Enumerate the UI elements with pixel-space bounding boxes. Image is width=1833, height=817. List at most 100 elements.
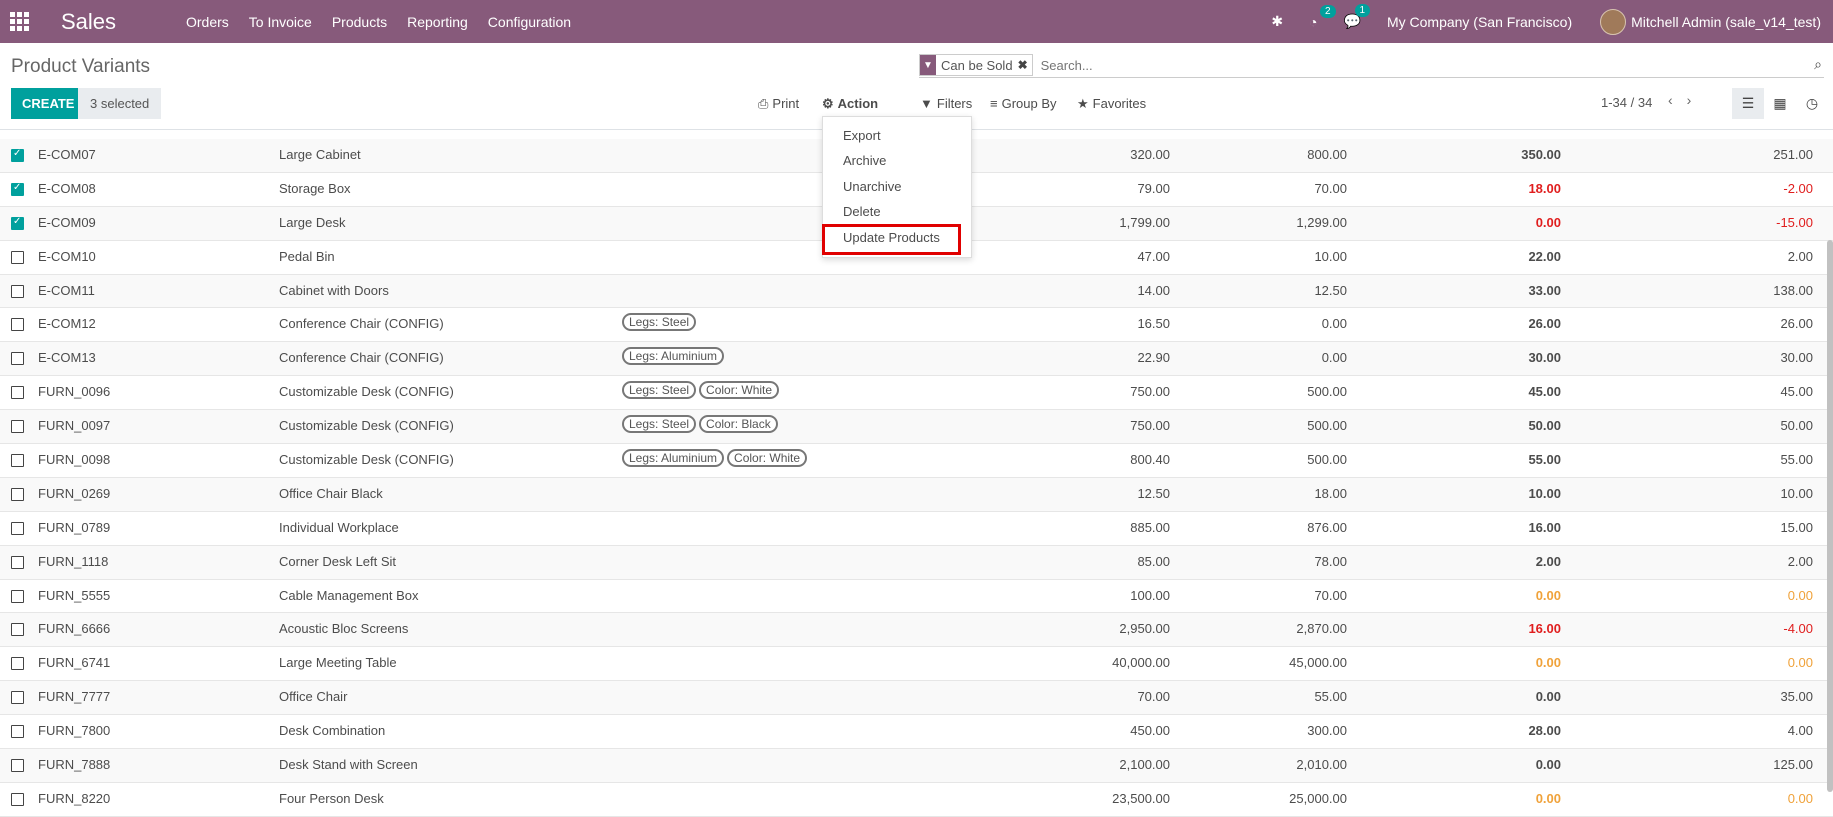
row-checkbox[interactable]	[11, 284, 24, 298]
action-button[interactable]: ⚙ Action	[822, 88, 878, 119]
pager-value[interactable]: 1-34 / 34	[1601, 95, 1652, 110]
attribute-tag: Color: Black	[699, 415, 778, 434]
table-row[interactable]: FURN_5555 Cable Management Box 100.00 70.00…	[0, 580, 1833, 614]
app-name[interactable]: Sales	[61, 9, 176, 35]
table-row[interactable]: FURN_0098 Customizable Desk (CONFIG) Legs:…	[0, 444, 1833, 478]
row-checkbox[interactable]	[11, 657, 24, 671]
filters-button[interactable]: ▼ Filters	[920, 88, 972, 119]
menu-to-invoice[interactable]: To Invoice	[239, 14, 322, 30]
table-row[interactable]: FURN_7888 Desk Stand with Screen 2,100.00 2…	[0, 749, 1833, 783]
row-checkbox[interactable]	[11, 386, 24, 400]
row-checkbox[interactable]	[11, 352, 24, 366]
table-row[interactable]: FURN_0097 Customizable Desk (CONFIG) Legs:…	[0, 410, 1833, 445]
table-row[interactable]: FURN_6666 Acoustic Bloc Screens 2,950.00 2,…	[0, 613, 1833, 648]
row-checkbox[interactable]	[11, 454, 24, 468]
messages-chat-icon[interactable]: 💬 1	[1344, 4, 1371, 30]
table-row[interactable]: E-COM12 Conference Chair (CONFIG) Legs: St…	[0, 308, 1833, 343]
table-row[interactable]: FURN_1118 Corner Desk Left Sit 85.00 78.00 2…	[0, 545, 1833, 580]
row-checkbox[interactable]	[11, 148, 24, 162]
attribute-tag: Legs: Steel	[622, 313, 697, 332]
table-row[interactable]: FURN_7800 Desk Combination 450.00 300.00 28.…	[0, 715, 1833, 750]
table-row[interactable]: FURN_0096 Customizable Desk (CONFIG) Legs:…	[0, 376, 1833, 411]
cost: 18.00	[1314, 485, 1347, 501]
facet-label: Can be Sold	[941, 57, 1013, 73]
product-name: Customizable Desk (CONFIG)	[279, 452, 454, 468]
facet-remove-icon[interactable]: ✖	[1018, 58, 1032, 72]
internal-reference: FURN_6741	[38, 655, 111, 671]
menu-reporting[interactable]: Reporting	[397, 14, 478, 30]
row-checkbox[interactable]	[11, 318, 24, 332]
row-checkbox[interactable]	[11, 216, 24, 230]
quantity-on-hand: 0.00	[1535, 790, 1561, 806]
row-checkbox[interactable]	[11, 420, 24, 434]
internal-reference: E-COM10	[38, 248, 96, 264]
menu-products[interactable]: Products	[322, 14, 397, 30]
row-checkbox[interactable]	[11, 521, 24, 535]
company-switcher[interactable]: My Company (San Francisco)	[1387, 14, 1572, 30]
action-unarchive[interactable]: Unarchive	[843, 179, 902, 194]
table-row[interactable]: FURN_0789 Individual Workplace 885.00 876.0…	[0, 512, 1833, 546]
sales-price: 800.40	[1130, 452, 1170, 468]
scrollbar[interactable]	[1827, 240, 1833, 792]
row-checkbox[interactable]	[11, 250, 24, 264]
table-row[interactable]: FURN_6741 Large Meeting Table 40,000.00 45,…	[0, 647, 1833, 682]
page-title: Product Variants	[11, 56, 151, 77]
action-archive[interactable]: Archive	[843, 153, 886, 168]
list-view-icon[interactable]: ☰	[1732, 88, 1764, 119]
product-name: Large Cabinet	[279, 147, 361, 162]
menu-orders[interactable]: Orders	[176, 14, 239, 30]
quantity-on-hand: 26.00	[1528, 316, 1561, 332]
pager-previous-icon[interactable]: ‹	[1668, 92, 1673, 108]
row-checkbox[interactable]	[11, 487, 24, 501]
internal-reference: E-COM08	[38, 180, 96, 196]
print-button[interactable]: ⎙ Print	[758, 88, 799, 119]
activity-view-icon[interactable]: ◷	[1796, 88, 1828, 119]
search-facet: ▼ Can be Sold ✖	[919, 54, 1033, 76]
search-input[interactable]	[1038, 56, 1803, 74]
row-checkbox[interactable]	[11, 691, 24, 705]
forecasted-quantity: 50.00	[1780, 418, 1813, 434]
row-checkbox[interactable]	[11, 555, 24, 569]
table-row[interactable]: FURN_0269 Office Chair Black 12.50 18.00 10.…	[0, 477, 1833, 512]
search-icon[interactable]: ⌕	[1814, 56, 1822, 73]
row-checkbox[interactable]	[11, 182, 24, 196]
quantity-on-hand: 0.00	[1535, 655, 1561, 671]
sales-price: 1,799.00	[1119, 214, 1170, 230]
debug-bug-icon[interactable]: ✱	[1271, 13, 1283, 30]
row-checkbox[interactable]	[11, 725, 24, 739]
sales-price: 40,000.00	[1112, 655, 1170, 671]
kanban-view-icon[interactable]: ▦	[1764, 88, 1796, 119]
forecasted-quantity: 55.00	[1780, 452, 1813, 468]
quantity-on-hand: 28.00	[1528, 723, 1561, 739]
activity-clock-icon[interactable]: ◔ 2	[1309, 4, 1336, 30]
row-checkbox[interactable]	[11, 759, 24, 773]
groupby-button[interactable]: ≡ Group By	[990, 88, 1057, 119]
sales-price: 12.50	[1137, 485, 1170, 501]
menu-configuration[interactable]: Configuration	[478, 14, 581, 30]
table-row[interactable]: E-COM11 Cabinet with Doors 14.00 12.50 33.00…	[0, 274, 1833, 309]
selected-count: 3 selected	[78, 88, 162, 119]
cost: 25,000.00	[1289, 790, 1347, 806]
create-button[interactable]: CREATE	[11, 88, 86, 119]
row-checkbox[interactable]	[11, 623, 24, 637]
row-checkbox[interactable]	[11, 792, 24, 806]
product-name: Acoustic Bloc Screens	[279, 621, 409, 637]
sales-price: 885.00	[1130, 519, 1170, 535]
product-name: Conference Chair (CONFIG)	[279, 350, 444, 366]
quantity-on-hand: 45.00	[1528, 384, 1561, 400]
table-row[interactable]: FURN_7777 Office Chair 70.00 55.00 0.00 35.00	[0, 681, 1833, 716]
action-delete[interactable]: Delete	[843, 204, 881, 219]
internal-reference: FURN_0098	[38, 452, 111, 468]
pager-next-icon[interactable]: ›	[1687, 92, 1692, 108]
apps-menu-icon[interactable]	[10, 11, 30, 32]
product-name: Large Meeting Table	[279, 655, 397, 671]
groupby-label: Group By	[1001, 96, 1057, 111]
table-row[interactable]: E-COM13 Conference Chair (CONFIG) Legs: Al…	[0, 342, 1833, 377]
table-row[interactable]: FURN_8220 Four Person Desk 23,500.00 25,000…	[0, 783, 1833, 817]
favorites-button[interactable]: ★ Favorites	[1077, 88, 1146, 119]
filter-funnel-icon: ▼	[920, 55, 936, 75]
action-export[interactable]: Export	[843, 128, 881, 143]
attribute-tag: Legs: Aluminium	[622, 449, 725, 468]
row-checkbox[interactable]	[11, 589, 24, 603]
user-menu[interactable]: Mitchell Admin (sale_v14_test)	[1600, 8, 1821, 35]
